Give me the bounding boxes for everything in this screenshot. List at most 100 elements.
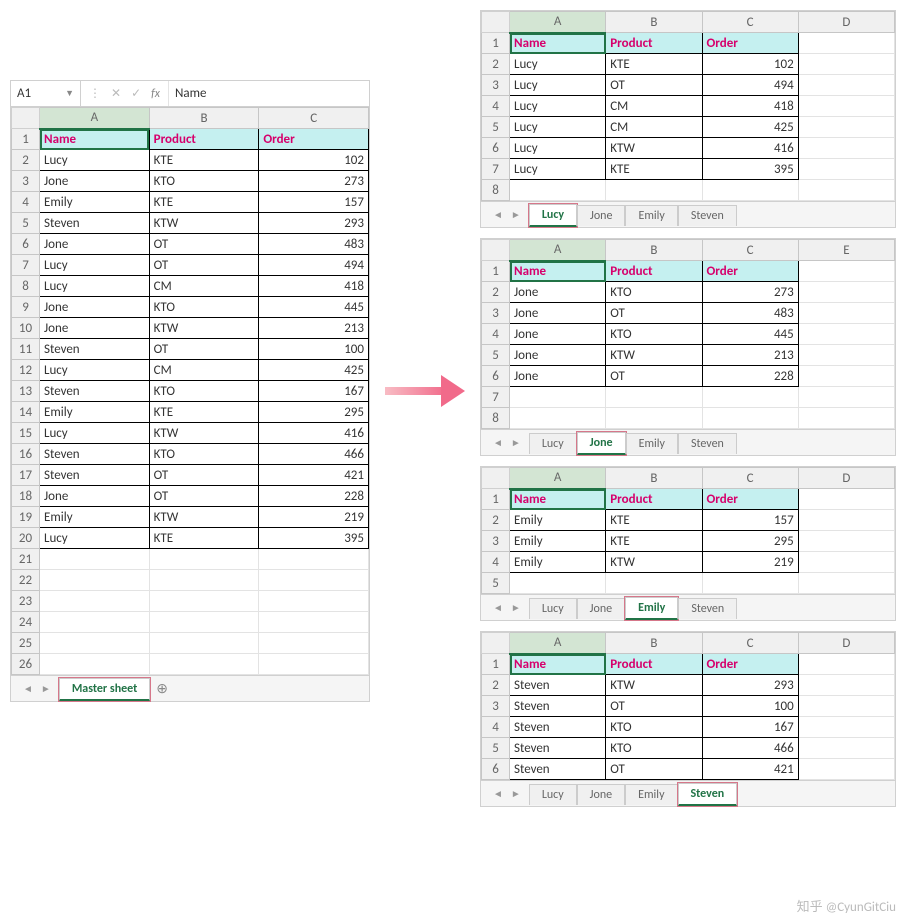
cell[interactable]: 395 xyxy=(259,528,369,549)
row-header-19[interactable]: 19 xyxy=(12,507,40,528)
row-header-10[interactable]: 10 xyxy=(12,318,40,339)
cell[interactable]: Steven xyxy=(510,696,606,717)
cell[interactable]: 273 xyxy=(259,171,369,192)
sheet-tab-jone[interactable]: Jone xyxy=(577,432,626,455)
col-header-B[interactable]: B xyxy=(606,633,702,654)
cell[interactable]: KTW xyxy=(149,507,259,528)
cell[interactable]: 418 xyxy=(702,96,798,117)
header-cell[interactable]: Product xyxy=(606,654,702,675)
formula-input[interactable]: Name xyxy=(168,81,369,106)
header-cell[interactable]: Product xyxy=(606,489,702,510)
cell[interactable] xyxy=(606,408,702,429)
row-header-5[interactable]: 5 xyxy=(482,738,510,759)
cell[interactable] xyxy=(510,180,606,201)
row-header-4[interactable]: 4 xyxy=(482,96,510,117)
cell[interactable] xyxy=(40,654,150,675)
sheet-tab-steven[interactable]: Steven xyxy=(678,433,737,454)
cell[interactable]: OT xyxy=(606,759,702,780)
select-all-corner[interactable] xyxy=(482,12,510,33)
row-header-9[interactable]: 9 xyxy=(12,297,40,318)
cell[interactable] xyxy=(798,54,894,75)
cell[interactable] xyxy=(798,33,894,54)
cell[interactable]: Lucy xyxy=(40,276,150,297)
col-header-A[interactable]: A xyxy=(510,12,606,33)
col-header-C[interactable]: C xyxy=(702,12,798,33)
col-header-E[interactable]: E xyxy=(798,240,894,261)
cell[interactable] xyxy=(702,180,798,201)
col-header-C[interactable]: C xyxy=(702,240,798,261)
cell[interactable]: Steven xyxy=(40,465,150,486)
cell[interactable] xyxy=(798,96,894,117)
cell[interactable]: Lucy xyxy=(40,150,150,171)
cell[interactable]: KTO xyxy=(149,171,259,192)
cell[interactable]: 167 xyxy=(259,381,369,402)
cell[interactable] xyxy=(40,570,150,591)
col-header-B[interactable]: B xyxy=(606,12,702,33)
cell[interactable] xyxy=(510,387,606,408)
cell[interactable]: 425 xyxy=(702,117,798,138)
sheet-tab-lucy[interactable]: Lucy xyxy=(529,784,577,805)
cell[interactable]: KTW xyxy=(606,552,702,573)
nav-prev-icon[interactable]: ◄ xyxy=(493,436,503,449)
cell[interactable]: CM xyxy=(606,96,702,117)
row-header-3[interactable]: 3 xyxy=(12,171,40,192)
cell[interactable]: KTW xyxy=(149,423,259,444)
cell[interactable] xyxy=(606,573,702,594)
cell[interactable] xyxy=(798,282,894,303)
add-sheet-button[interactable]: ⊕ xyxy=(150,677,174,700)
cell[interactable]: 295 xyxy=(702,531,798,552)
cell[interactable] xyxy=(510,573,606,594)
cell[interactable]: CM xyxy=(149,360,259,381)
row-header-8[interactable]: 8 xyxy=(12,276,40,297)
cell[interactable]: Lucy xyxy=(40,528,150,549)
cell[interactable]: OT xyxy=(149,234,259,255)
cell[interactable] xyxy=(798,573,894,594)
cell[interactable]: Steven xyxy=(510,675,606,696)
row-header-6[interactable]: 6 xyxy=(12,234,40,255)
select-all-corner[interactable] xyxy=(482,468,510,489)
cell[interactable]: KTE xyxy=(606,159,702,180)
row-header-3[interactable]: 3 xyxy=(482,303,510,324)
cell[interactable]: Steven xyxy=(510,717,606,738)
sheet-tab-emily[interactable]: Emily xyxy=(626,433,678,454)
cell[interactable] xyxy=(149,612,259,633)
sheet-tab-emily[interactable]: Emily xyxy=(625,784,677,805)
cell[interactable] xyxy=(798,552,894,573)
cell[interactable]: 494 xyxy=(702,75,798,96)
cell[interactable] xyxy=(606,180,702,201)
row-header-2[interactable]: 2 xyxy=(482,282,510,303)
row-header-4[interactable]: 4 xyxy=(482,324,510,345)
name-box-dropdown-icon[interactable]: ▼ xyxy=(65,88,74,99)
cell[interactable] xyxy=(606,387,702,408)
cell[interactable] xyxy=(798,345,894,366)
sheet-tab-jone[interactable]: Jone xyxy=(577,598,625,619)
col-header-A[interactable]: A xyxy=(510,468,606,489)
cell[interactable]: 157 xyxy=(702,510,798,531)
nav-prev-icon[interactable]: ◄ xyxy=(493,787,503,800)
cell[interactable]: KTW xyxy=(149,213,259,234)
cell[interactable]: 466 xyxy=(702,738,798,759)
row-header-7[interactable]: 7 xyxy=(12,255,40,276)
cell[interactable]: Lucy xyxy=(510,159,606,180)
nav-prev-icon[interactable]: ◄ xyxy=(493,601,503,614)
header-cell[interactable]: Name xyxy=(510,33,606,54)
cell[interactable]: OT xyxy=(606,696,702,717)
row-header-7[interactable]: 7 xyxy=(482,387,510,408)
row-header-1[interactable]: 1 xyxy=(482,261,510,282)
cell[interactable]: CM xyxy=(149,276,259,297)
nav-prev-icon[interactable]: ◄ xyxy=(493,208,503,221)
header-cell[interactable]: Order xyxy=(702,654,798,675)
cell[interactable]: 102 xyxy=(702,54,798,75)
cell[interactable]: KTO xyxy=(149,297,259,318)
cell[interactable]: Lucy xyxy=(40,255,150,276)
col-header-B[interactable]: B xyxy=(149,108,259,129)
cell[interactable]: KTW xyxy=(149,318,259,339)
cell[interactable] xyxy=(798,387,894,408)
sheet-tab-steven[interactable]: Steven xyxy=(678,783,738,806)
row-header-25[interactable]: 25 xyxy=(12,633,40,654)
cell[interactable]: KTO xyxy=(606,324,702,345)
cell[interactable]: 421 xyxy=(259,465,369,486)
col-header-C[interactable]: C xyxy=(702,633,798,654)
cell[interactable]: KTE xyxy=(149,402,259,423)
col-header-C[interactable]: C xyxy=(702,468,798,489)
